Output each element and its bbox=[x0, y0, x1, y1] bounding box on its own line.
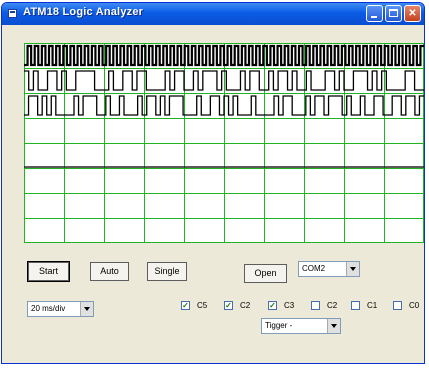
start-button[interactable]: Start bbox=[27, 261, 70, 282]
window-title: ATM18 Logic Analyzer bbox=[23, 6, 144, 18]
minimize-icon bbox=[371, 16, 377, 18]
app-icon bbox=[8, 9, 17, 18]
channel-label: C2 bbox=[327, 301, 338, 310]
checkbox-box[interactable]: ✓ bbox=[268, 301, 277, 310]
timebase-select[interactable]: 20 ms/div bbox=[27, 301, 94, 317]
checkbox-box[interactable]: ✓ bbox=[224, 301, 233, 310]
open-port-button[interactable]: Open bbox=[244, 264, 287, 283]
checkbox-box[interactable] bbox=[311, 301, 320, 310]
close-icon: ✕ bbox=[408, 8, 417, 19]
channel-label: C2 bbox=[240, 301, 251, 310]
chevron-down-icon[interactable] bbox=[80, 302, 93, 316]
checkbox-box[interactable] bbox=[393, 301, 402, 310]
timebase-value: 20 ms/div bbox=[31, 304, 66, 313]
logic-analyzer-display bbox=[24, 43, 424, 243]
chevron-down-icon[interactable] bbox=[327, 319, 340, 333]
checkbox-box[interactable] bbox=[351, 301, 360, 310]
com-port-value: COM2 bbox=[302, 264, 326, 273]
auto-button[interactable]: Auto bbox=[90, 262, 129, 281]
chevron-down-icon[interactable] bbox=[346, 262, 359, 276]
single-button[interactable]: Single bbox=[147, 262, 187, 281]
channel-label: C3 bbox=[284, 301, 295, 310]
close-button[interactable]: ✕ bbox=[404, 5, 421, 22]
checkbox-box[interactable]: ✓ bbox=[181, 301, 190, 310]
trace-0 bbox=[24, 44, 424, 67]
minimize-button[interactable] bbox=[366, 5, 383, 22]
channel-label: C1 bbox=[367, 301, 378, 310]
title-bar[interactable]: ATM18 Logic Analyzer ✕ bbox=[2, 3, 424, 25]
com-port-select[interactable]: COM2 bbox=[298, 261, 360, 277]
maximize-button[interactable] bbox=[385, 5, 402, 22]
maximize-icon bbox=[389, 9, 398, 17]
channel-label: C5 bbox=[197, 301, 208, 310]
channel-label: C0 bbox=[409, 301, 420, 310]
trigger-select[interactable]: Tigger - bbox=[261, 318, 341, 334]
trigger-value: Tigger - bbox=[265, 321, 293, 330]
